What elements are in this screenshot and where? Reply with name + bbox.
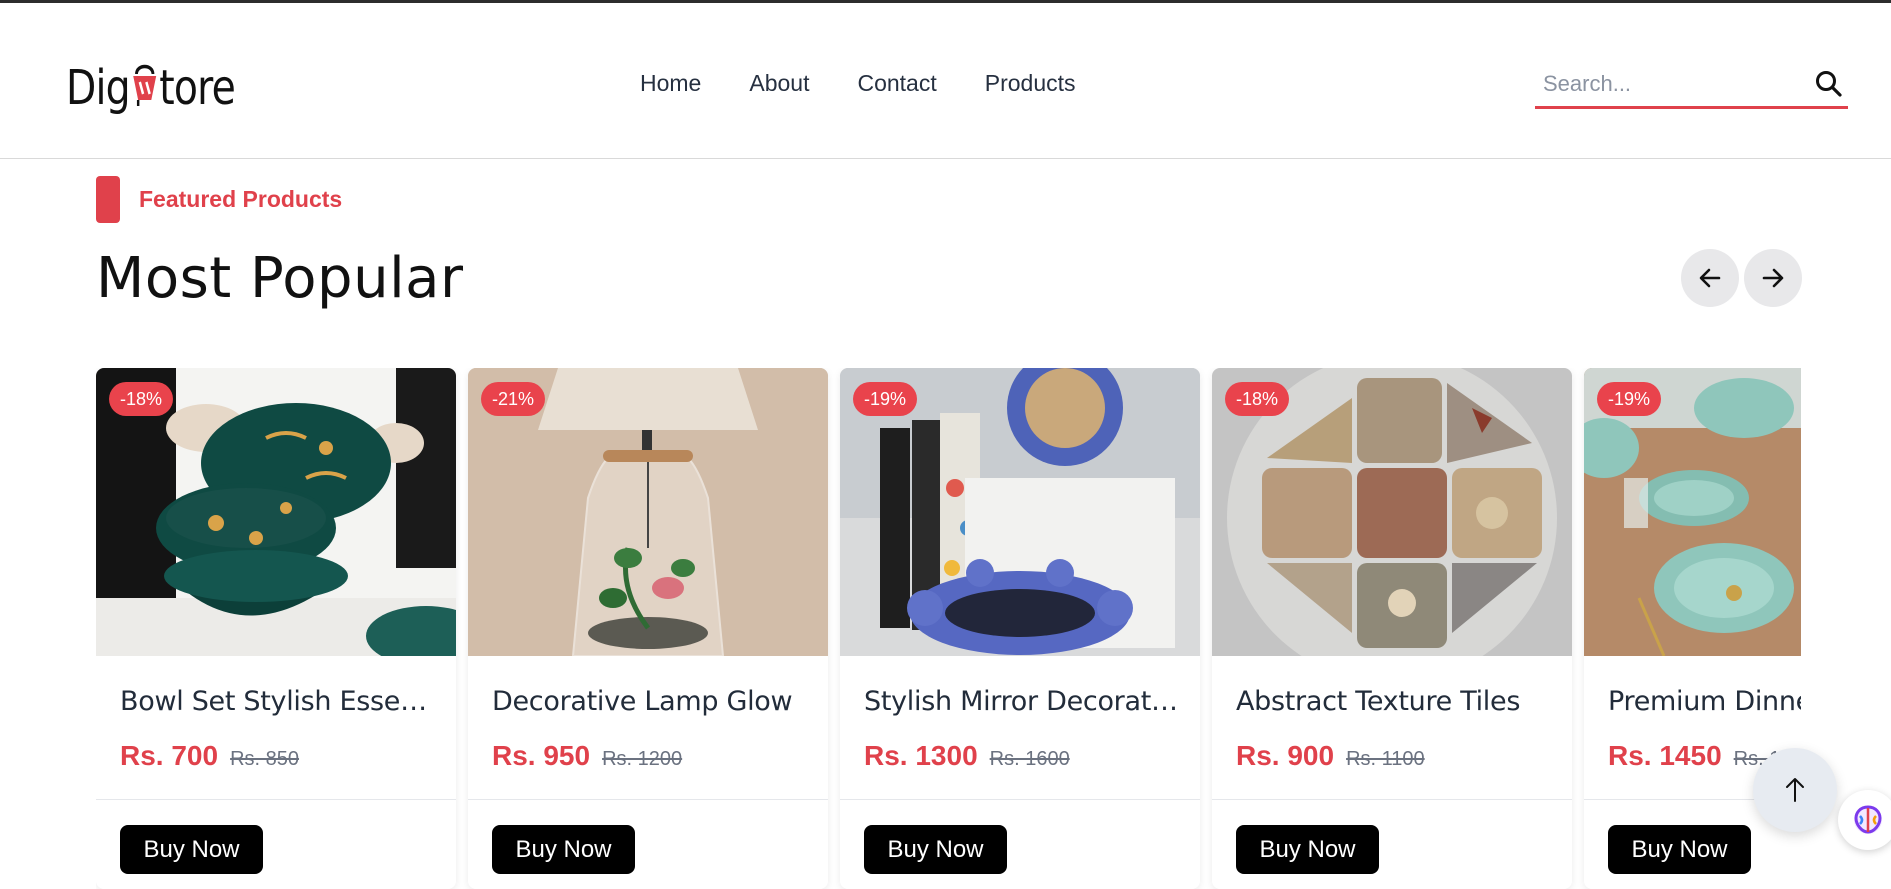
price-row: Rs. 700 Rs. 850: [120, 740, 299, 772]
product-carousel: -18% Bowl Set Stylish Essentials Rs. 700…: [96, 368, 1801, 889]
buy-now-button[interactable]: Buy Now: [120, 825, 263, 874]
assistant-button[interactable]: [1838, 790, 1891, 850]
product-image-lamp[interactable]: -21%: [468, 368, 828, 656]
main-nav: Home About Contact Products: [640, 59, 1076, 107]
nav-about[interactable]: About: [749, 59, 809, 107]
card-divider: [468, 799, 828, 800]
nav-products[interactable]: Products: [985, 59, 1076, 107]
brain-icon: [1854, 805, 1882, 834]
logo[interactable]: Dig tore: [66, 55, 272, 121]
product-title[interactable]: Stylish Mirror Decoration: [864, 686, 1184, 717]
product-price: Rs. 1450: [1608, 740, 1722, 771]
carousel-prev-button[interactable]: [1681, 249, 1739, 307]
product-image-tiles[interactable]: -18%: [1212, 368, 1572, 656]
logo-text: Dig tore: [66, 56, 236, 120]
search-icon[interactable]: [1814, 69, 1844, 99]
product-title[interactable]: Decorative Lamp Glow: [492, 686, 812, 717]
buy-now-button[interactable]: Buy Now: [1608, 825, 1751, 874]
product-card[interactable]: -19% Stylish Mirror Decoration Rs. 1300 …: [840, 368, 1200, 889]
discount-badge: -18%: [1225, 382, 1290, 416]
discount-badge: -19%: [853, 382, 918, 416]
section-tag-label: Featured Products: [139, 186, 343, 212]
price-row: Rs. 900 Rs. 1100: [1236, 740, 1425, 772]
product-price: Rs. 950: [492, 740, 591, 771]
buy-now-button[interactable]: Buy Now: [864, 825, 1007, 874]
product-old-price: Rs. 1600: [989, 748, 1070, 770]
discount-badge: -21%: [481, 382, 546, 416]
price-row: Rs. 1300 Rs. 1600: [864, 740, 1070, 772]
nav-home[interactable]: Home: [640, 59, 701, 107]
arrow-up-icon: [1786, 778, 1804, 802]
card-divider: [96, 799, 456, 800]
product-title[interactable]: Abstract Texture Tiles: [1236, 686, 1556, 717]
product-old-price: Rs. 850: [230, 748, 300, 770]
card-divider: [1212, 799, 1572, 800]
product-price: Rs. 900: [1236, 740, 1335, 771]
search-bar: [1535, 61, 1848, 109]
product-old-price: Rs. 1200: [602, 748, 683, 770]
product-card[interactable]: -18% Abstract Texture Tiles Rs. 900 Rs. …: [1212, 368, 1572, 889]
section-tag-bar: [96, 176, 120, 223]
buy-now-button[interactable]: Buy Now: [1236, 825, 1379, 874]
product-image-mirror[interactable]: -19%: [840, 368, 1200, 656]
product-price: Rs. 1300: [864, 740, 978, 771]
arrow-right-icon: [1762, 268, 1784, 288]
price-row: Rs. 950 Rs. 1200: [492, 740, 682, 772]
section-title: Most Popular: [96, 246, 464, 311]
search-input[interactable]: [1535, 70, 1805, 97]
product-card[interactable]: -21% Decorative Lamp Glow Rs. 950 Rs. 12…: [468, 368, 828, 889]
carousel-controls: [1681, 249, 1802, 307]
product-card[interactable]: -18% Bowl Set Stylish Essentials Rs. 700…: [96, 368, 456, 889]
nav-contact[interactable]: Contact: [857, 59, 936, 107]
arrow-left-icon: [1699, 268, 1721, 288]
product-image-dinnerware[interactable]: -19%: [1584, 368, 1801, 656]
product-title[interactable]: Bowl Set Stylish Essentials: [120, 686, 440, 717]
product-image-bowl-set[interactable]: -18%: [96, 368, 456, 656]
site-header: Dig tore Home About Contact Products: [0, 3, 1891, 159]
buy-now-button[interactable]: Buy Now: [492, 825, 635, 874]
scroll-to-top-button[interactable]: [1753, 748, 1837, 832]
product-price: Rs. 700: [120, 740, 219, 771]
product-old-price: Rs. 1100: [1346, 748, 1425, 770]
discount-badge: -19%: [1597, 382, 1662, 416]
carousel-next-button[interactable]: [1744, 249, 1802, 307]
discount-badge: -18%: [109, 382, 174, 416]
card-divider: [840, 799, 1200, 800]
product-title[interactable]: Premium Dinnerware: [1608, 686, 1801, 717]
logo-shopping-bag-icon: [130, 56, 160, 120]
section-tag: Featured Products: [96, 176, 342, 223]
